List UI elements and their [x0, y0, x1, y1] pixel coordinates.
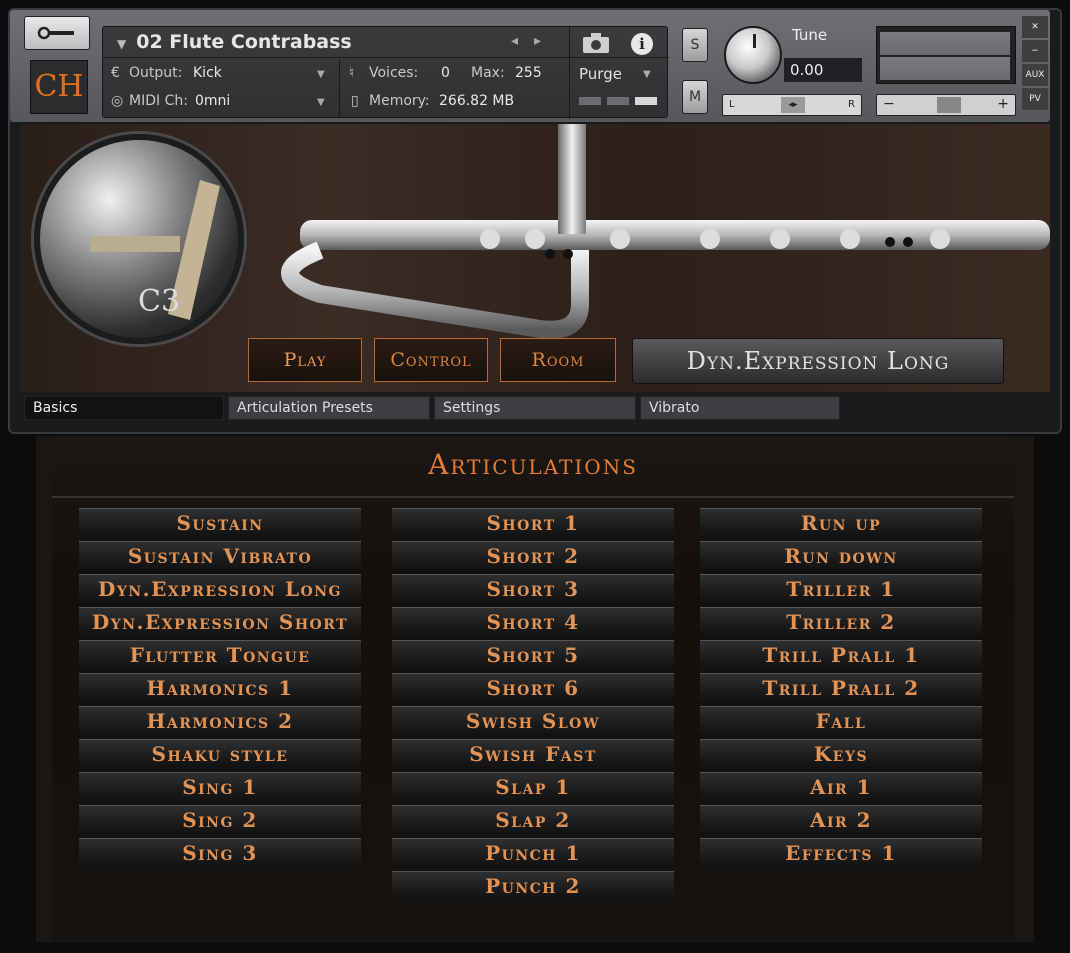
info-icon[interactable]: i — [631, 33, 653, 55]
tab-settings[interactable]: Settings — [434, 396, 636, 420]
pan-right-label: R — [848, 99, 855, 110]
articulation-button[interactable]: Short 1 — [392, 508, 674, 538]
close-icon[interactable]: ✕ — [1022, 16, 1048, 38]
prev-arrow-icon[interactable]: ◂ — [511, 33, 534, 49]
tab-room[interactable]: Room — [500, 338, 616, 382]
articulation-button[interactable]: Dyn.Expression Short — [79, 607, 361, 637]
next-arrow-icon[interactable]: ▸ — [534, 33, 557, 49]
articulation-button[interactable]: Swish Slow — [392, 706, 674, 736]
level-meter — [876, 26, 1016, 84]
midi-label: MIDI Ch: — [129, 93, 188, 109]
minimize-icon[interactable]: − — [1022, 40, 1048, 62]
volume-plus[interactable]: + — [997, 96, 1009, 112]
purge-dropdown-icon[interactable]: ▼ — [643, 69, 651, 80]
pan-handle[interactable]: ◂▸ — [781, 97, 805, 113]
solo-button[interactable]: S — [682, 28, 708, 62]
articulation-button[interactable]: Swish Fast — [392, 739, 674, 769]
articulation-button[interactable]: Air 2 — [700, 805, 982, 835]
divider — [569, 27, 570, 119]
articulation-button[interactable]: Short 5 — [392, 640, 674, 670]
memory-icon: ▯ — [351, 93, 359, 109]
instrument-name-row[interactable]: ▼ 02 Flute Contrabass — [117, 31, 352, 53]
divider — [339, 59, 340, 117]
tab-play[interactable]: Play — [248, 338, 362, 382]
pan-left-label: L — [729, 99, 735, 110]
articulation-button[interactable]: Trill Prall 1 — [700, 640, 982, 670]
tune-value[interactable]: 0.00 — [784, 58, 862, 82]
articulation-button[interactable]: Triller 1 — [700, 574, 982, 604]
tab-control[interactable]: Control — [374, 338, 488, 382]
max-value[interactable]: 255 — [515, 65, 542, 81]
purge-button[interactable]: Purge — [579, 65, 622, 83]
articulation-button[interactable]: Air 1 — [700, 772, 982, 802]
voices-label: Voices: — [369, 65, 419, 81]
note-badge: C3 — [34, 134, 244, 344]
articulation-button[interactable]: Short 6 — [392, 673, 674, 703]
articulation-button[interactable]: Flutter Tongue — [79, 640, 361, 670]
divider — [103, 57, 669, 58]
tab-articulation-presets[interactable]: Articulation Presets — [228, 396, 430, 420]
instrument-name: 02 Flute Contrabass — [136, 31, 352, 53]
midi-icon: ◎ — [111, 93, 124, 109]
articulation-button[interactable]: Run down — [700, 541, 982, 571]
articulation-button[interactable]: Harmonics 2 — [79, 706, 361, 736]
midi-value[interactable]: 0mni — [195, 93, 230, 109]
mute-button[interactable]: M — [682, 80, 708, 114]
side-buttons: ✕ − AUX PV — [1022, 16, 1048, 112]
articulation-button[interactable]: Slap 1 — [392, 772, 674, 802]
articulation-button[interactable]: Slap 2 — [392, 805, 674, 835]
purge-meters — [579, 97, 657, 105]
articulation-button[interactable]: Keys — [700, 739, 982, 769]
articulation-button[interactable]: Sing 1 — [79, 772, 361, 802]
title-divider — [52, 496, 1014, 498]
articulation-button[interactable]: Effects 1 — [700, 838, 982, 868]
articulation-button[interactable]: Sing 2 — [79, 805, 361, 835]
articulation-button[interactable]: Run up — [700, 508, 982, 538]
articulation-button[interactable]: Short 4 — [392, 607, 674, 637]
articulation-button[interactable]: Harmonics 1 — [79, 673, 361, 703]
articulations-title: Articulations — [428, 448, 638, 481]
volume-minus[interactable]: − — [883, 96, 895, 112]
tune-knob[interactable] — [724, 26, 782, 84]
ch-logo: CH — [30, 60, 88, 114]
dropdown-arrow-icon[interactable]: ▼ — [117, 37, 126, 51]
aux-button[interactable]: AUX — [1022, 64, 1048, 86]
articulation-button[interactable]: Short 2 — [392, 541, 674, 571]
articulation-button[interactable]: Fall — [700, 706, 982, 736]
voices-icon: ♮ — [349, 65, 355, 81]
articulation-button[interactable]: Dyn.Expression Long — [79, 574, 361, 604]
badge-note: C3 — [138, 284, 181, 319]
pan-slider[interactable]: L ◂▸ R — [722, 94, 862, 116]
articulation-button[interactable]: Punch 1 — [392, 838, 674, 868]
articulation-button[interactable]: Sustain Vibrato — [79, 541, 361, 571]
articulation-button[interactable]: Trill Prall 2 — [700, 673, 982, 703]
memory-label: Memory: — [369, 93, 430, 109]
wrench-icon — [37, 26, 74, 40]
volume-slider[interactable]: − + — [876, 94, 1016, 116]
pv-button[interactable]: PV — [1022, 88, 1048, 110]
articulation-button[interactable]: Triller 2 — [700, 607, 982, 637]
articulation-button[interactable]: Shaku style — [79, 739, 361, 769]
tab-basics[interactable]: Basics — [24, 396, 224, 420]
tab-vibrato[interactable]: Vibrato — [640, 396, 840, 420]
articulation-button[interactable]: Short 3 — [392, 574, 674, 604]
wrench-button[interactable] — [24, 16, 90, 50]
instrument-nav-arrows[interactable]: ◂▸ — [511, 33, 557, 49]
voices-value: 0 — [441, 65, 450, 81]
output-icon: € — [111, 65, 120, 81]
current-articulation-display: Dyn.Expression Long — [632, 338, 1004, 384]
output-label: Output: — [129, 65, 183, 81]
max-label: Max: — [471, 65, 505, 81]
articulation-button[interactable]: Sustain — [79, 508, 361, 538]
tune-label: Tune — [792, 26, 828, 44]
memory-value: 266.82 MB — [439, 93, 515, 109]
volume-handle[interactable] — [937, 97, 961, 113]
articulation-button[interactable]: Sing 3 — [79, 838, 361, 868]
articulation-button[interactable]: Punch 2 — [392, 871, 674, 901]
output-dropdown-icon[interactable]: ▼ — [317, 69, 325, 80]
midi-dropdown-icon[interactable]: ▼ — [317, 97, 325, 108]
camera-icon[interactable] — [581, 31, 611, 55]
instrument-info-panel: ▼ 02 Flute Contrabass ◂▸ i € Output: Kick… — [102, 26, 669, 119]
output-value[interactable]: Kick — [193, 65, 222, 81]
